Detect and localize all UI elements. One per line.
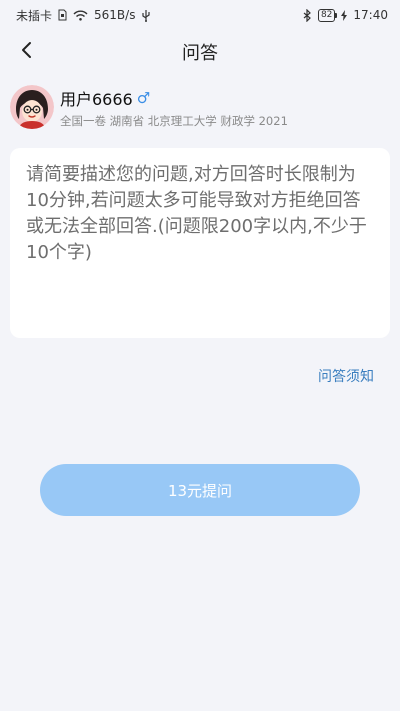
chevron-left-icon xyxy=(20,41,32,63)
user-card: 用户6666 ♂ 全国一卷 湖南省 北京理工大学 财政学 2021 xyxy=(10,84,390,130)
status-right: 82 17:40 xyxy=(303,8,388,22)
page-title: 问答 xyxy=(182,43,218,64)
battery-level: 82 xyxy=(320,9,333,20)
sim-card-icon xyxy=(58,9,67,21)
question-input[interactable] xyxy=(26,162,374,324)
submit-button-label: 13元提问 xyxy=(167,481,233,500)
clock: 17:40 xyxy=(353,8,388,22)
back-button[interactable] xyxy=(12,38,40,66)
qa-notice-link[interactable]: 问答须知 xyxy=(318,366,374,386)
usb-icon xyxy=(141,9,151,22)
battery-indicator: 82 xyxy=(317,8,338,22)
question-box xyxy=(10,148,390,338)
user-name-line: 用户6666 ♂ xyxy=(60,86,288,110)
status-left: 未插卡 561B/s xyxy=(16,7,151,24)
avatar[interactable] xyxy=(10,85,54,129)
user-name: 用户6666 xyxy=(60,89,133,109)
charging-icon xyxy=(341,9,348,21)
network-speed: 561B/s xyxy=(94,8,136,22)
user-info: 用户6666 ♂ 全国一卷 湖南省 北京理工大学 财政学 2021 xyxy=(60,86,288,129)
bluetooth-icon xyxy=(303,8,312,22)
status-bar: 未插卡 561B/s 82 17:40 xyxy=(0,0,400,30)
submit-question-button[interactable]: 13元提问 xyxy=(40,464,360,516)
carrier-text: 未插卡 xyxy=(16,8,53,23)
male-gender-icon: ♂ xyxy=(136,88,151,107)
user-meta: 全国一卷 湖南省 北京理工大学 财政学 2021 xyxy=(60,113,288,128)
wifi-icon xyxy=(73,10,88,21)
navbar: 问答 xyxy=(0,30,400,74)
